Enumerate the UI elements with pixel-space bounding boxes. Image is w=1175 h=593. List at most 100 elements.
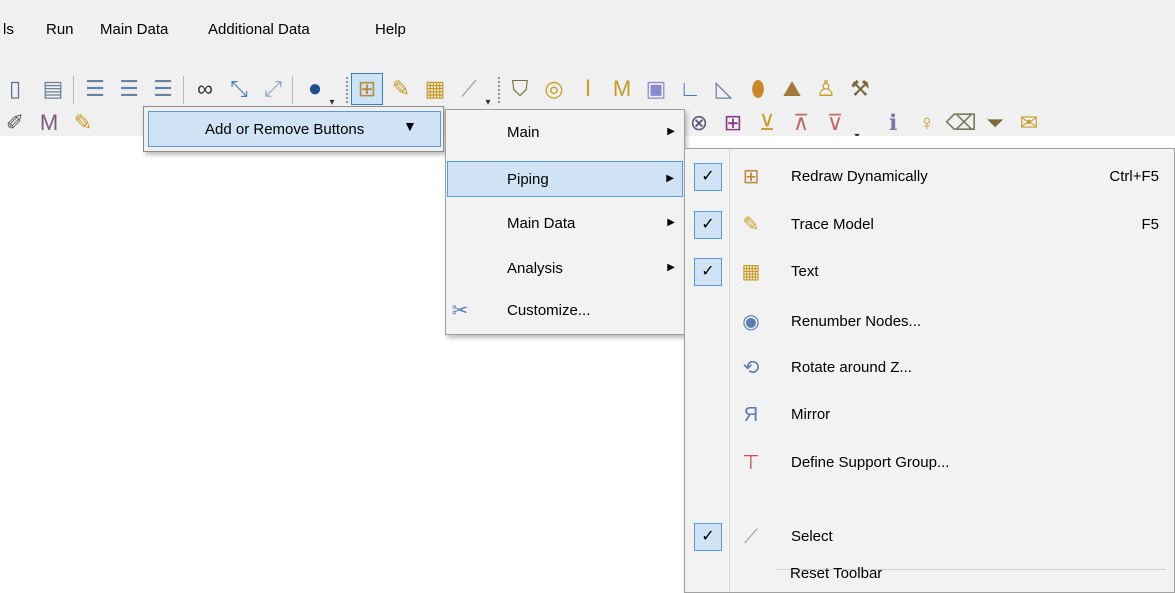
menu-item-label: Mirror [791,406,831,423]
graph-b-icon[interactable]: ⊻ [752,108,782,138]
eraser-icon[interactable]: ⌫ [945,108,976,138]
menu-item-label: Define Support Group... [791,454,950,471]
menu-item-reset-toolbar-area [686,583,1173,593]
toolbar-separator [292,76,293,104]
check-icon: ✓ [694,211,722,239]
menu-item-label: Redraw Dynamically [791,168,928,185]
graph-a-icon[interactable]: ⊞ [718,108,748,138]
dropdown-arrow-icon: ▼ [403,118,417,134]
renumber-icon: ◉ [742,311,760,333]
submenu-item-main-data[interactable]: Main Data ▶ [447,206,683,242]
menu-item-text[interactable]: ✓ ▦ Text [686,254,1173,290]
edit-icon[interactable]: ✎ [68,108,98,138]
add-remove-buttons-label: Add or Remove Buttons [205,121,365,138]
check-icon[interactable]: ▣ [641,74,671,104]
info-icon[interactable]: ℹ [878,108,908,138]
align-left-icon[interactable]: ☰ [80,74,110,104]
overflow-arrow[interactable]: ▾ [483,96,493,110]
menu-item-reset-toolbar[interactable]: Reset Toolbar [790,565,882,582]
align-center-icon[interactable]: ☰ [114,74,144,104]
ring-icon[interactable]: ◎ [539,74,569,104]
submenu-arrow-icon: ▶ [667,262,675,273]
submenu-arrow-icon: ▶ [667,126,675,137]
paste-icon[interactable]: ▤ [38,74,68,104]
shortcut-label: Ctrl+F5 [1109,168,1159,185]
select-icon: ⟋ [744,526,758,548]
measure-icon[interactable]: M [34,108,64,138]
check-icon: ✓ [694,258,722,286]
beam-icon[interactable]: Ⅰ [573,74,603,104]
app-window: ls Run Main Data Additional Data Help ▯ … [0,0,1175,593]
graph-d-icon[interactable]: ⊽ [820,108,850,138]
text-icon: ▦ [741,261,761,283]
menu-item-label: Text [791,263,819,280]
support-group-icon: ⊤ [742,452,760,474]
menu-item-define-support-group[interactable]: ⊤ Define Support Group... [686,445,1173,481]
pin-icon[interactable]: ⬮ [743,74,773,104]
toolbars-submenu: Main ▶ Piping ▶ Main Data ▶ Analysis ▶ ✂… [445,109,685,335]
graph-c-icon[interactable]: ⊼ [786,108,816,138]
edit-diagram-icon[interactable]: ⤡ [224,74,254,104]
check-icon: ✓ [694,163,722,191]
submenu-item-analysis[interactable]: Analysis ▶ [447,251,683,287]
menu-help[interactable]: Help [375,21,406,38]
shortcut-label: F5 [1141,216,1159,233]
align-right-icon[interactable]: ☰ [148,74,178,104]
menu-item-redraw-dynamically[interactable]: ✓ ⊞ Redraw Dynamically Ctrl+F5 [686,159,1173,195]
select-icon[interactable]: ⟋ [454,74,484,104]
piping-toolbar-menu: ✓ ⊞ Redraw Dynamically Ctrl+F5 ✓ ✎ Trace… [684,148,1175,593]
support-icon[interactable]: ♙ [811,74,841,104]
redraw-icon: ⊞ [742,166,760,188]
new-icon[interactable]: ▯ [0,74,30,104]
submenu-item-customize[interactable]: ✂ Customize... [447,293,683,329]
menu-bar: ls Run Main Data Additional Data Help [0,0,1175,66]
menu-item-rotate-around-z[interactable]: ⟲ Rotate around Z... [686,350,1173,386]
menu-run[interactable]: Run [46,21,74,38]
menu-tools[interactable]: ls [3,21,14,38]
chart-icon[interactable]: ◺ [709,74,739,104]
customize-icon: ✂ [451,300,469,322]
menu-item-mirror[interactable]: Я Mirror [686,397,1173,433]
mail-icon[interactable]: ✉ [1014,108,1044,138]
menu-item-label: Select [791,528,833,545]
material-icon[interactable]: M [607,74,637,104]
toolbar-separator [73,76,74,104]
menu-item-trace-model[interactable]: ✓ ✎ Trace Model F5 [686,207,1173,243]
submenu-item-label: Piping [507,171,549,188]
toolbar-grip[interactable] [497,76,501,104]
redraw-icon[interactable]: ⊞ [351,73,383,105]
menu-main-data[interactable]: Main Data [100,21,168,38]
submenu-item-label: Analysis [507,260,563,277]
check-icon: ✓ [694,523,722,551]
add-remove-buttons-menu: Add or Remove Buttons ▼ [143,106,444,152]
add-remove-buttons-item[interactable]: Add or Remove Buttons ▼ [148,111,441,147]
submenu-item-piping[interactable]: Piping ▶ [447,161,683,197]
filter-icon[interactable]: ⏷ [980,108,1010,138]
toolbar-grip[interactable] [345,76,349,104]
submenu-item-label: Main [507,124,540,141]
layers-icon[interactable]: ⛰ [777,74,807,104]
flange-icon[interactable]: ⊗ [684,108,714,138]
menu-item-label: Trace Model [791,216,874,233]
tool-icon[interactable]: ⚒ [845,74,875,104]
menu-additional-data[interactable]: Additional Data [208,21,310,38]
line-icon[interactable]: ⤢ [258,74,288,104]
help-icon[interactable]: ● [300,74,330,104]
submenu-item-main[interactable]: Main ▶ [447,115,683,151]
toolbar-separator [183,76,184,104]
menu-item-label: Rotate around Z... [791,359,912,376]
mirror-icon: Я [743,404,759,426]
bend-icon[interactable]: ∟ [675,74,705,104]
trace-model-icon[interactable]: ✎ [386,74,416,104]
menu-item-label: Renumber Nodes... [791,313,922,330]
menu-item-renumber-nodes[interactable]: ◉ Renumber Nodes... [686,304,1173,340]
menu-item-select[interactable]: ✓ ⟋ Select [686,519,1173,555]
pen-icon[interactable]: ✐ [0,108,30,138]
submenu-arrow-icon: ▶ [666,173,674,184]
binoculars-icon[interactable]: ∞ [190,74,220,104]
valve-icon[interactable]: ⛉ [505,74,535,104]
rotate-icon: ⟲ [742,357,760,379]
text-icon[interactable]: ▦ [420,74,450,104]
submenu-arrow-icon: ▶ [667,217,675,228]
person-icon[interactable]: ♀ [912,108,942,138]
